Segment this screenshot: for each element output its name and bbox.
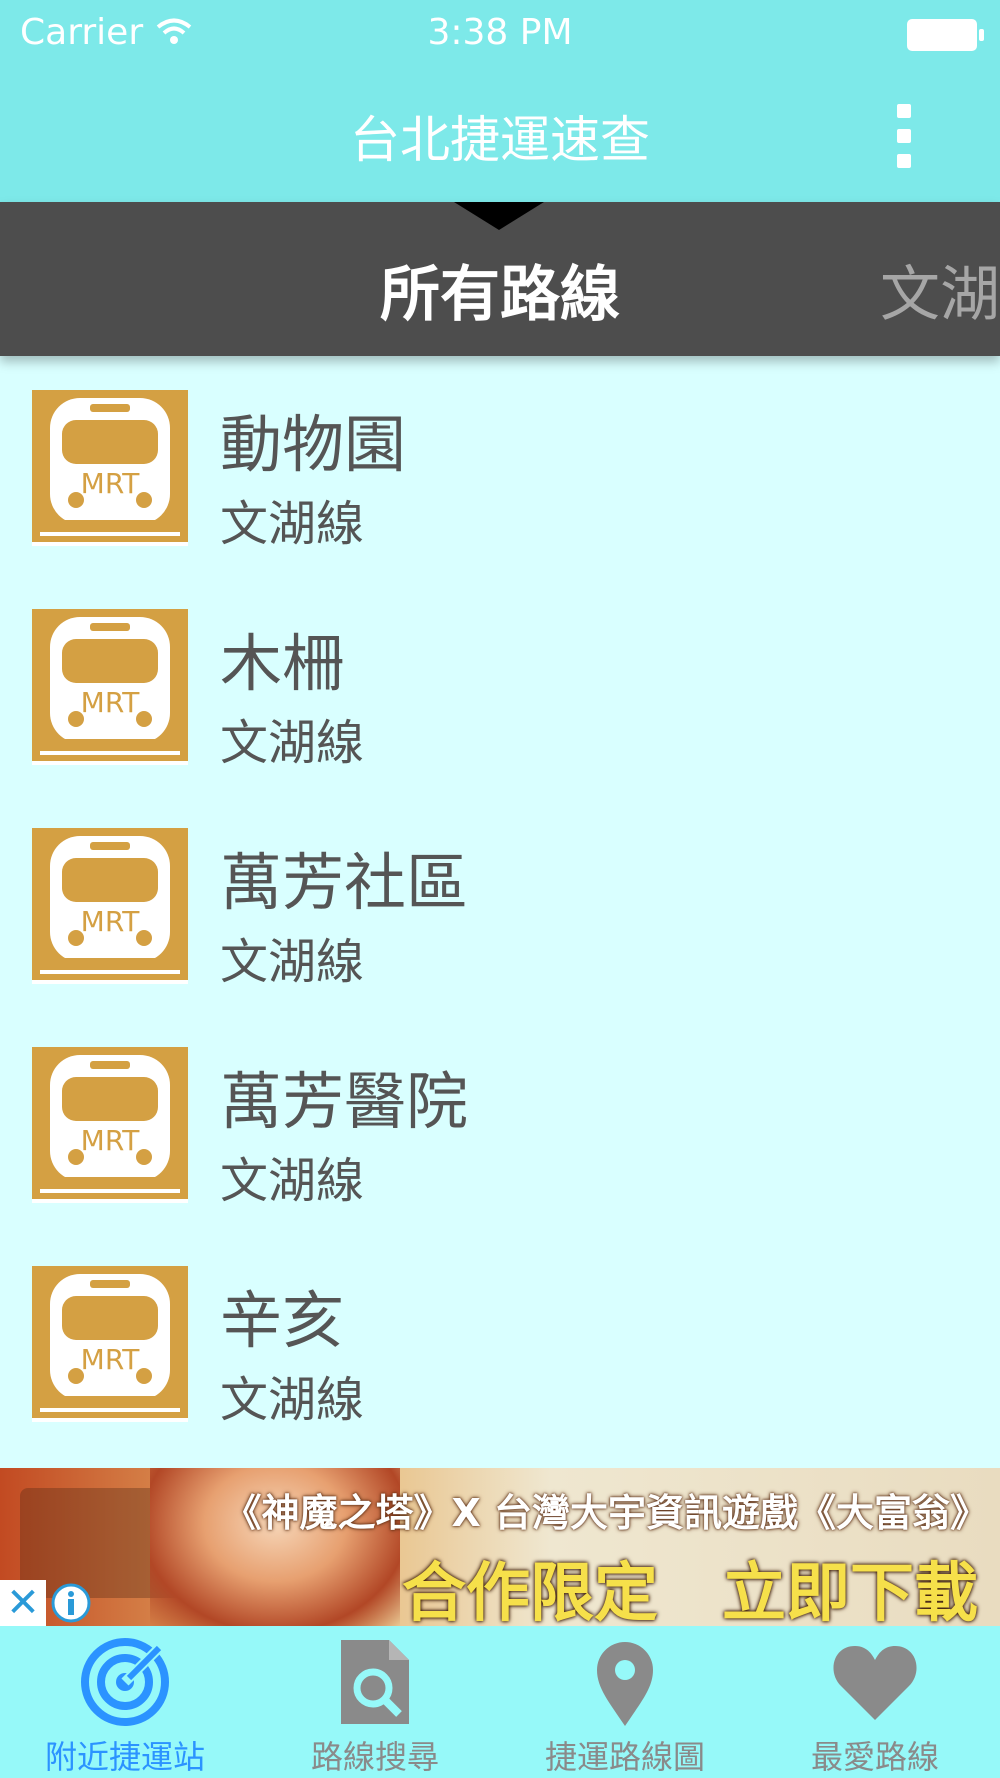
- heart-icon: [833, 1646, 917, 1720]
- tab-label: 最愛路線: [810, 1738, 939, 1776]
- station-line: 文湖線: [220, 1153, 365, 1209]
- ad-download-cta[interactable]: 合作限定 立即下載: [402, 1542, 978, 1626]
- ad-info-icon[interactable]: [50, 1582, 92, 1624]
- station-line: 文湖線: [220, 934, 365, 990]
- mrt-train-icon: MRT: [32, 1047, 188, 1203]
- mrt-train-icon: MRT: [32, 1266, 188, 1422]
- station-name: 木柵: [220, 627, 345, 700]
- station-name: 辛亥: [220, 1284, 345, 1357]
- svg-text:MRT: MRT: [81, 1343, 141, 1376]
- bottom-tab-bar: 附近捷運站 路線搜尋 捷運路線圖 最愛路線: [0, 1626, 1000, 1778]
- tab-pointer-icon: [454, 202, 544, 230]
- tab-mrt-map[interactable]: 捷運路線圖: [500, 1626, 750, 1778]
- svg-text:MRT: MRT: [81, 1124, 141, 1157]
- mrt-train-icon: MRT: [32, 828, 188, 984]
- app-title: 台北捷運速查: [350, 111, 650, 169]
- mrt-train-icon: MRT: [32, 390, 188, 546]
- menu-dot: [897, 154, 911, 168]
- tab-route-search[interactable]: 路線搜尋: [250, 1626, 500, 1778]
- battery-icon: [907, 19, 984, 51]
- svg-text:MRT: MRT: [81, 686, 141, 719]
- ad-headline: 《神魔之塔》X 台灣大宇資訊遊戲《大富翁》: [223, 1491, 988, 1535]
- station-list-item[interactable]: MRT 木柵 文湖線: [0, 579, 1000, 798]
- tab-label: 路線搜尋: [310, 1738, 439, 1776]
- tab-nearby-stations[interactable]: 附近捷運站: [0, 1626, 250, 1778]
- svg-text:MRT: MRT: [81, 467, 141, 500]
- station-list-item[interactable]: MRT 辛亥 文湖線: [0, 1236, 1000, 1455]
- station-name: 萬芳醫院: [220, 1065, 469, 1138]
- station-name: 萬芳社區: [220, 846, 469, 919]
- tab-label: 捷運路線圖: [544, 1738, 705, 1776]
- search-document-icon: [341, 1640, 409, 1724]
- menu-dot: [897, 104, 911, 118]
- status-time: 3:38 PM: [427, 12, 573, 53]
- ad-banner[interactable]: 《神魔之塔》X 台灣大宇資訊遊戲《大富翁》 合作限定 立即下載 ✕: [0, 1468, 1000, 1626]
- tab-label: 附近捷運站: [44, 1738, 205, 1776]
- menu-dot: [897, 129, 911, 143]
- more-vertical-icon[interactable]: [884, 104, 924, 168]
- station-list-item[interactable]: MRT 動物園 文湖線: [0, 360, 1000, 579]
- nearby-radar-icon: [81, 1636, 171, 1726]
- mrt-train-icon: MRT: [32, 609, 188, 765]
- map-pin-icon: [597, 1642, 653, 1726]
- tab-all-lines[interactable]: 所有路線: [0, 246, 1000, 333]
- ad-close-icon[interactable]: ✕: [0, 1580, 46, 1626]
- station-list-item[interactable]: MRT 萬芳社區 文湖線: [0, 798, 1000, 1017]
- line-filter-tabs[interactable]: 所有路線 文湖線: [0, 202, 1000, 356]
- tab-wenhu-line[interactable]: 文湖線: [880, 246, 1000, 333]
- station-list: MRT 動物園 文湖線 MRT 木柵 文湖線 MRT 萬芳社區 文湖線 MRT …: [0, 360, 1000, 1455]
- status-bar: Carrier 3:38 PM: [0, 0, 1000, 70]
- station-line: 文湖線: [220, 715, 365, 771]
- station-name: 動物園: [220, 408, 407, 481]
- station-list-item[interactable]: MRT 萬芳醫院 文湖線: [0, 1017, 1000, 1236]
- station-line: 文湖線: [220, 1372, 365, 1428]
- tab-favorite-routes[interactable]: 最愛路線: [750, 1626, 1000, 1778]
- navigation-bar: 台北捷運速查: [0, 70, 1000, 202]
- station-line: 文湖線: [220, 496, 365, 552]
- svg-text:MRT: MRT: [81, 905, 141, 938]
